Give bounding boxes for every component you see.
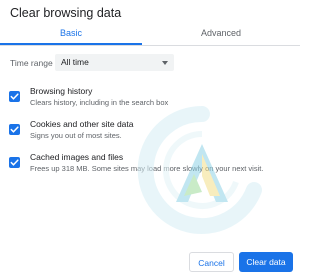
option-title: Browsing history — [30, 86, 93, 96]
dialog-title: Clear browsing data — [10, 6, 122, 20]
clear-data-button[interactable]: Clear data — [239, 252, 293, 272]
check-icon — [10, 93, 19, 100]
caret-down-icon — [162, 61, 168, 65]
option-description: Clears history, including in the search … — [30, 98, 169, 107]
tab-bar: Basic Advanced — [0, 24, 300, 46]
check-icon — [10, 159, 19, 166]
option-description: Signs you out of most sites. — [30, 131, 122, 140]
option-title: Cookies and other site data — [30, 119, 134, 129]
option-browsing-history: Browsing history Clears history, includi… — [0, 86, 300, 114]
option-cookies: Cookies and other site data Signs you ou… — [0, 119, 300, 147]
time-range-value: All time — [61, 57, 89, 67]
option-cached-images: Cached images and files Frees up 318 MB.… — [0, 152, 300, 180]
cached-images-checkbox[interactable] — [9, 157, 20, 168]
check-icon — [10, 126, 19, 133]
option-title: Cached images and files — [30, 152, 124, 162]
browsing-history-checkbox[interactable] — [9, 91, 20, 102]
option-description: Frees up 318 MB. Some sites may load mor… — [30, 164, 264, 173]
clear-browsing-data-dialog: Clear browsing data Basic Advanced Time … — [0, 0, 300, 277]
tab-basic[interactable]: Basic — [0, 24, 142, 45]
cookies-checkbox[interactable] — [9, 124, 20, 135]
time-range-label: Time range — [10, 58, 53, 68]
tab-advanced[interactable]: Advanced — [150, 24, 292, 45]
cancel-button[interactable]: Cancel — [189, 252, 234, 272]
time-range-select[interactable]: All time — [55, 54, 174, 71]
